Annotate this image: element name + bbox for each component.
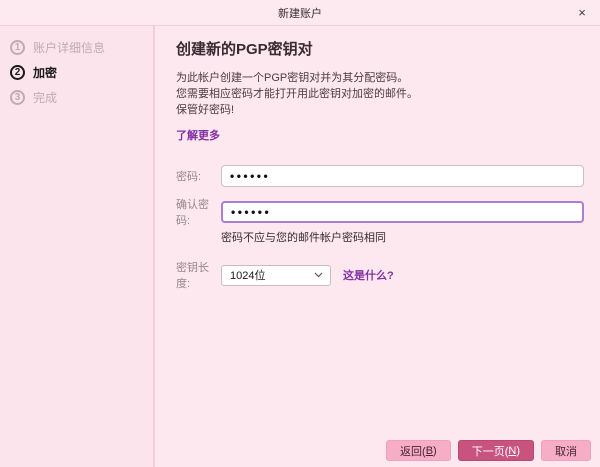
dialog-content: 1 账户详细信息 2 加密 3 完成 创建新的PGP密钥对 为此帐户创建一个PG… <box>0 26 600 467</box>
confirm-password-field[interactable] <box>221 201 584 223</box>
key-length-label: 密钥长度: <box>176 259 221 291</box>
back-button[interactable]: 返回(B) <box>386 440 451 461</box>
next-button-label: 下一页( <box>472 443 509 459</box>
key-length-selected-value: 1024位 <box>230 267 314 283</box>
password-label: 密码: <box>176 168 221 184</box>
description-text: 为此帐户创建一个PGP密钥对并为其分配密码。 您需要相应密码才能打开用此密钥对加… <box>176 70 584 118</box>
learn-more-link[interactable]: 了解更多 <box>176 127 220 143</box>
confirm-password-label: 确认密码: <box>176 196 221 228</box>
dialog-title: 新建账户 <box>278 5 322 21</box>
page-title: 创建新的PGP密钥对 <box>176 38 584 59</box>
password-hint: 密码不应与您的邮件帐户密码相同 <box>221 229 584 245</box>
wizard-steps-sidebar: 1 账户详细信息 2 加密 3 完成 <box>0 26 155 467</box>
new-account-dialog: 新建账户 × 1 账户详细信息 2 加密 3 完成 创建新的PGP密钥对 为此帐… <box>0 0 600 467</box>
key-length-row: 密钥长度: 1024位 这是什么? <box>176 259 584 291</box>
password-field[interactable] <box>221 165 584 187</box>
next-button-label-end: ) <box>516 445 520 457</box>
step-number-badge: 1 <box>10 40 25 55</box>
dialog-titlebar: 新建账户 × <box>0 0 600 26</box>
cancel-button[interactable]: 取消 <box>541 440 591 461</box>
footer-buttons: 返回(B) 下一页(N) 取消 <box>386 440 591 461</box>
close-icon[interactable]: × <box>573 0 591 25</box>
step-finish: 3 完成 <box>10 85 153 110</box>
back-button-label-end: ) <box>433 445 437 457</box>
step-account-details: 1 账户详细信息 <box>10 35 153 60</box>
description-line: 您需要相应密码才能打开用此密钥对加密的邮件。 <box>176 86 584 102</box>
step-label: 加密 <box>33 64 57 81</box>
step-encryption: 2 加密 <box>10 60 153 85</box>
step-number-badge: 3 <box>10 90 25 105</box>
description-line: 保管好密码! <box>176 102 584 118</box>
password-row: 密码: <box>176 165 584 187</box>
pgp-key-form: 密码: 确认密码: 密码不应与您的邮件帐户密码相同 密钥长度: 1024位 <box>176 165 584 291</box>
key-length-select[interactable]: 1024位 <box>221 265 331 286</box>
encryption-step-panel: 创建新的PGP密钥对 为此帐户创建一个PGP密钥对并为其分配密码。 您需要相应密… <box>155 26 600 467</box>
back-access-key: B <box>426 445 433 457</box>
step-label: 完成 <box>33 89 57 106</box>
next-access-key: N <box>508 445 516 457</box>
step-label: 账户详细信息 <box>33 39 105 56</box>
next-button[interactable]: 下一页(N) <box>458 440 534 461</box>
back-button-label: 返回( <box>400 443 426 459</box>
confirm-password-row: 确认密码: <box>176 196 584 228</box>
step-number-badge: 2 <box>10 65 25 80</box>
chevron-down-icon <box>314 272 323 278</box>
description-line: 为此帐户创建一个PGP密钥对并为其分配密码。 <box>176 70 584 86</box>
what-is-this-link[interactable]: 这是什么? <box>343 267 394 283</box>
